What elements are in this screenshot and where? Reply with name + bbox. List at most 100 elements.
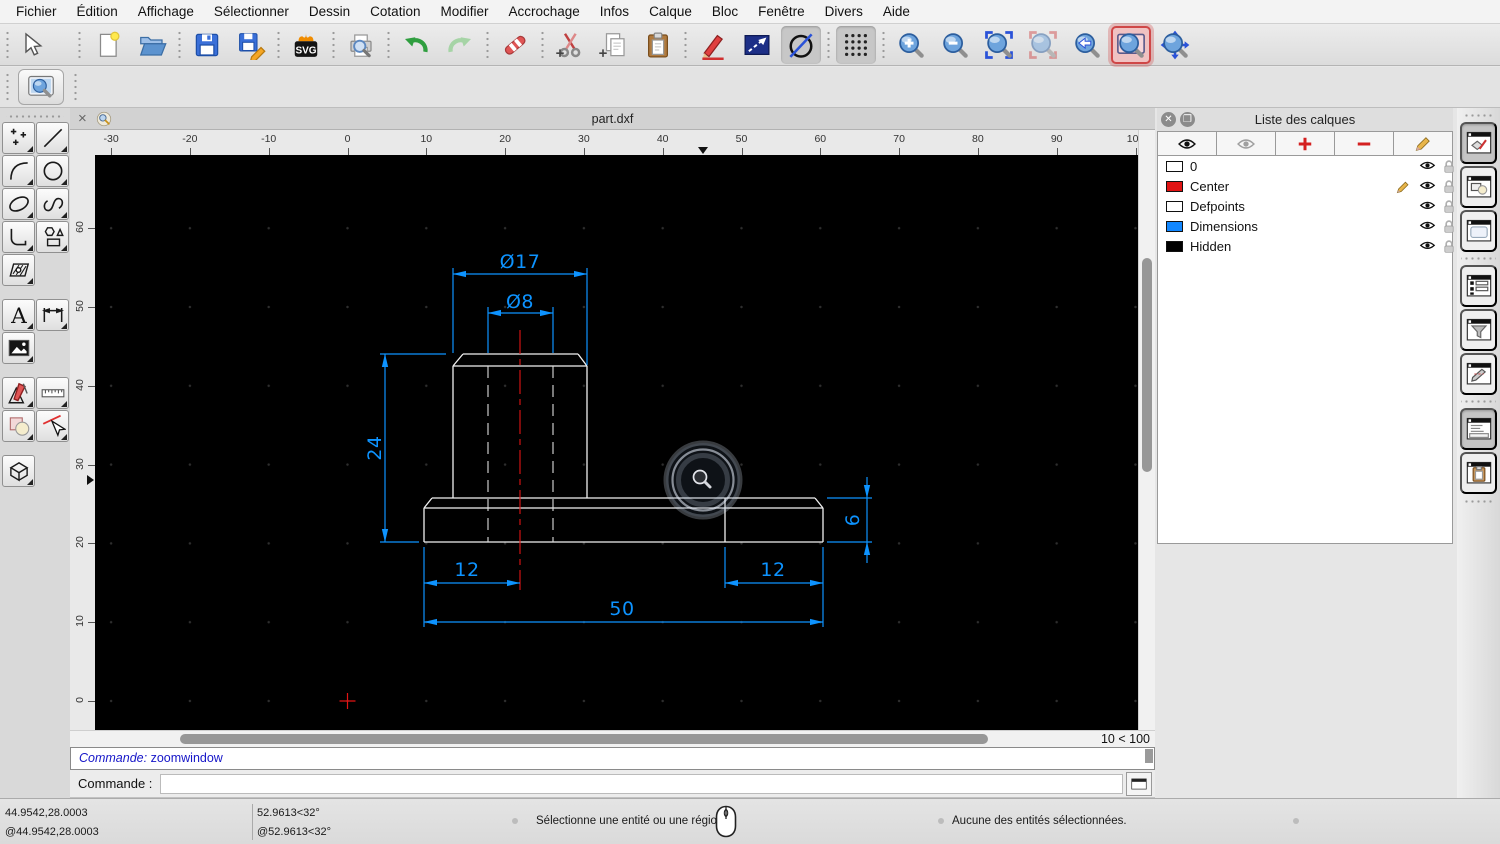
zoom-window-tool-button[interactable] [18, 69, 64, 105]
eraser-button[interactable] [495, 26, 535, 64]
float-panel-icon[interactable]: ❐ [1180, 112, 1195, 127]
layer-list-widget-button[interactable] [1460, 122, 1497, 164]
menu-item-cotation[interactable]: Cotation [360, 0, 430, 23]
horizontal-scrollbar[interactable]: 10 < 100 [70, 730, 1155, 747]
svg-export-button[interactable]: SVG [286, 26, 326, 64]
tool-circle-button[interactable] [36, 155, 69, 187]
tool-ruler-button[interactable] [36, 377, 69, 409]
grid-toggle-button[interactable] [836, 26, 876, 64]
history-scrollbar-thumb[interactable] [1145, 749, 1153, 763]
hide-all-layers-button[interactable] [1217, 132, 1276, 155]
tool-explode-button[interactable] [2, 410, 35, 442]
tool-measure-button[interactable] [2, 377, 35, 409]
part-outline[interactable] [424, 354, 823, 542]
tool-arc-button[interactable] [2, 155, 35, 187]
layer-visibility-icon[interactable] [1419, 199, 1436, 213]
layer-visibility-icon[interactable] [1419, 179, 1436, 193]
draft-mode-button[interactable] [781, 26, 821, 64]
menu-item-accrochage[interactable]: Accrochage [498, 0, 589, 23]
zoom-previous-button[interactable] [1067, 26, 1107, 64]
select-window-button[interactable] [737, 26, 777, 64]
hide-all-layers-icon [1236, 135, 1256, 153]
layer-lock-icon[interactable] [1442, 199, 1456, 214]
layer-row[interactable]: Center [1158, 176, 1452, 196]
copy-button[interactable] [594, 26, 634, 64]
menu-item-divers[interactable]: Divers [815, 0, 873, 23]
draw-pen-button[interactable] [693, 26, 733, 64]
menu-item-slectionner[interactable]: Sélectionner [204, 0, 299, 23]
zoom-window-button[interactable] [1111, 26, 1151, 64]
tool-polygon-button[interactable] [36, 221, 69, 253]
print-preview-button[interactable] [341, 26, 381, 64]
command-input[interactable] [160, 774, 1123, 794]
show-all-layers-button[interactable] [1158, 132, 1217, 155]
menu-item-aide[interactable]: Aide [873, 0, 920, 23]
tool-image-button[interactable] [2, 332, 35, 364]
menu-item-affichage[interactable]: Affichage [128, 0, 204, 23]
tool-ellipse-button[interactable] [2, 188, 35, 220]
zoom-auto-button[interactable] [979, 26, 1019, 64]
command-widget-button[interactable] [1460, 408, 1497, 450]
menu-item-fentre[interactable]: Fenêtre [748, 0, 815, 23]
library-browser-widget-icon [1464, 217, 1494, 245]
save-button[interactable] [187, 26, 227, 64]
vertical-scrollbar-thumb[interactable] [1142, 258, 1152, 472]
status-dot [1293, 818, 1299, 824]
edit-layer-button[interactable] [1394, 132, 1452, 155]
library-browser-widget-button[interactable] [1460, 210, 1497, 252]
ruler-tick [584, 148, 585, 155]
tool-polyline-button[interactable] [2, 221, 35, 253]
paste-button[interactable] [638, 26, 678, 64]
save-as-button[interactable] [231, 26, 271, 64]
zoom-pan-button[interactable] [1155, 26, 1195, 64]
menu-item-dessin[interactable]: Dessin [299, 0, 360, 23]
layer-lock-icon[interactable] [1442, 159, 1456, 174]
tool-deselect-button[interactable] [36, 410, 69, 442]
close-panel-icon[interactable]: ✕ [1161, 112, 1176, 127]
dim-dia8: Ø8 [506, 291, 534, 313]
open-file-button[interactable] [132, 26, 172, 64]
clipboard-widget-button[interactable] [1460, 452, 1497, 494]
horizontal-scrollbar-thumb[interactable] [180, 734, 988, 744]
layer-row[interactable]: 0 [1158, 156, 1452, 176]
zoom-in-button[interactable] [891, 26, 931, 64]
menu-item-modifier[interactable]: Modifier [430, 0, 498, 23]
tool-spline-button[interactable] [36, 188, 69, 220]
layer-lock-icon[interactable] [1442, 179, 1456, 194]
vertical-scrollbar[interactable] [1138, 130, 1155, 730]
remove-layer-button[interactable] [1335, 132, 1394, 155]
zoom-out-button[interactable] [935, 26, 975, 64]
layer-row[interactable]: Dimensions [1158, 216, 1452, 236]
undo-button[interactable] [396, 26, 436, 64]
tool-box-3d-button[interactable] [2, 455, 35, 487]
redo-button[interactable] [440, 26, 480, 64]
new-file-button[interactable] [88, 26, 128, 64]
tool-points-button[interactable] [2, 122, 35, 154]
layer-lock-icon[interactable] [1442, 219, 1456, 234]
menu-item-fichier[interactable]: Fichier [6, 0, 67, 23]
menu-item-dition[interactable]: Édition [67, 0, 128, 23]
add-layer-button[interactable] [1276, 132, 1335, 155]
layer-visibility-icon[interactable] [1419, 219, 1436, 233]
layer-lock-icon[interactable] [1442, 239, 1456, 254]
menu-item-bloc[interactable]: Bloc [702, 0, 748, 23]
layer-filter-widget-button[interactable] [1460, 309, 1497, 351]
zoom-redraw-button[interactable] [1023, 26, 1063, 64]
layer-visibility-icon[interactable] [1419, 239, 1436, 253]
layer-row[interactable]: Hidden [1158, 236, 1452, 256]
tool-hatch-button[interactable] [2, 254, 35, 286]
tool-dimension-button[interactable] [36, 299, 69, 331]
layer-visibility-icon[interactable] [1419, 159, 1436, 173]
entity-list-widget-button[interactable] [1460, 265, 1497, 307]
cut-button[interactable] [550, 26, 590, 64]
vertical-ruler: 6050403020100 [70, 155, 95, 730]
tool-line-button[interactable] [36, 122, 69, 154]
drawing-canvas[interactable]: Ø17 Ø8 24 12 12 50 6 [95, 155, 1138, 730]
block-list-widget-button[interactable] [1460, 166, 1497, 208]
menu-item-calque[interactable]: Calque [639, 0, 702, 23]
keyboard-toggle-button[interactable] [1126, 772, 1152, 796]
tool-text-button[interactable]: A [2, 299, 35, 331]
layer-row[interactable]: Defpoints [1158, 196, 1452, 216]
pen-palette-widget-button[interactable] [1460, 353, 1497, 395]
menu-item-infos[interactable]: Infos [590, 0, 639, 23]
